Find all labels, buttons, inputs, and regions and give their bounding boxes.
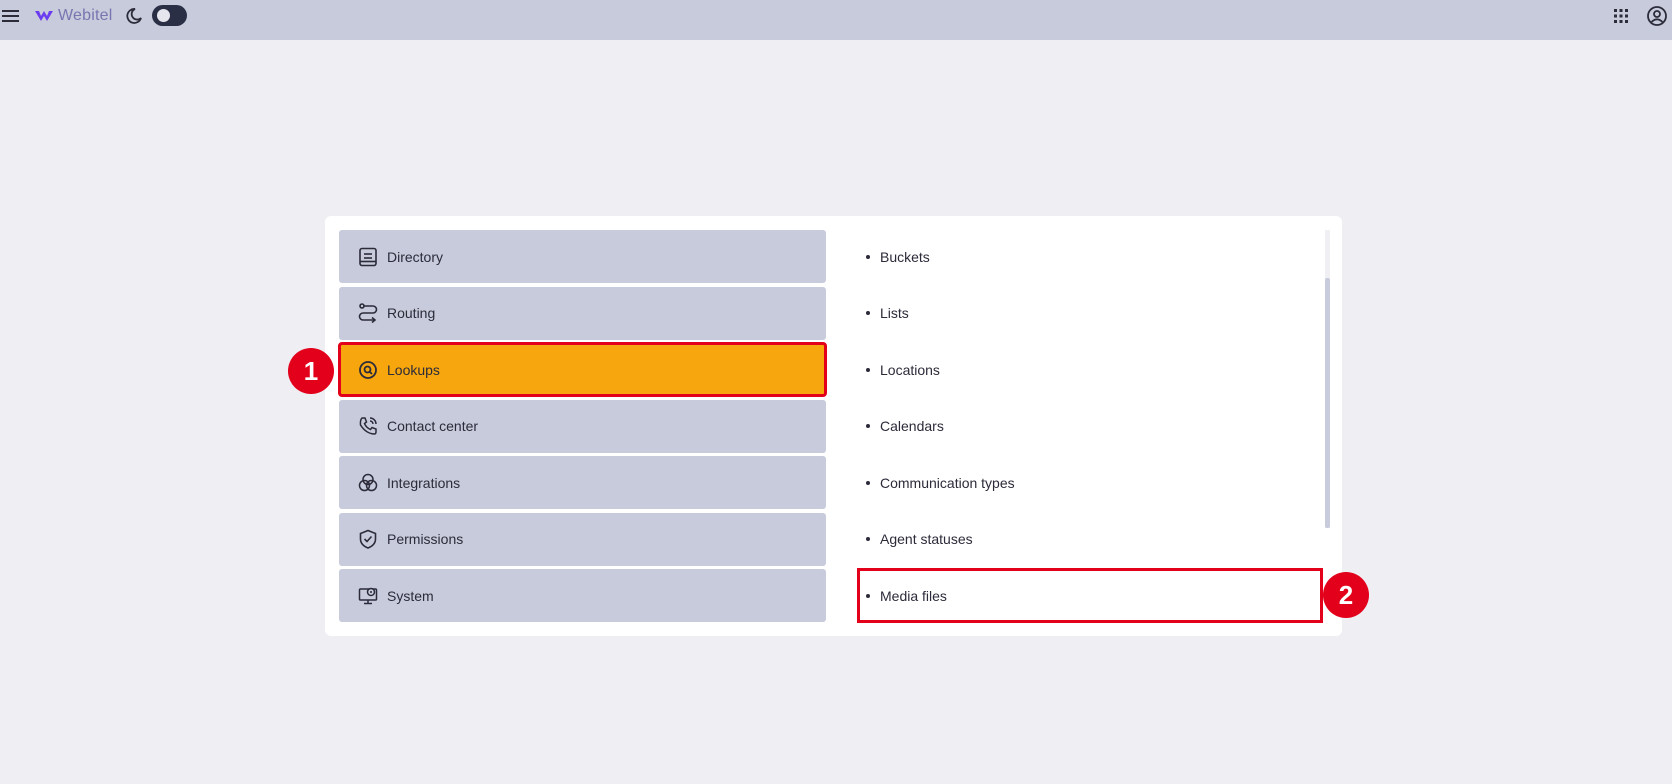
nav-item-lookups[interactable]: Lookups [338,342,827,397]
nav-item-label: Integrations [387,474,461,491]
bullet [866,424,870,428]
sub-menu-list: Buckets Lists Locations Calendars Commun… [857,230,1323,626]
navigation-card: Directory Routing Lookups Contact center… [325,216,1342,636]
status-toggle[interactable] [152,5,187,26]
bullet [866,480,870,485]
sub-item-agent-statuses[interactable]: Agent statuses [858,513,1322,566]
nav-item-routing[interactable]: Routing [339,286,826,340]
account-icon[interactable] [1646,5,1668,27]
sub-item-label: Communication types [880,474,1015,491]
bullet [866,254,870,259]
nav-item-directory[interactable]: Directory [339,230,826,283]
nav-item-label: Contact center [387,418,479,434]
directory-icon [359,247,377,266]
sub-item-label: Locations [880,361,940,378]
sub-item-communication-types[interactable]: Communication types [858,456,1322,509]
apps-grid-icon[interactable] [1612,7,1630,25]
sub-item-calendars[interactable]: Calendars [858,400,1322,453]
webitel-logo-icon [35,11,53,21]
phone-icon [359,417,377,435]
nav-item-label: Permissions [387,531,464,547]
moon-phone-icon [126,8,142,24]
nav-item-integrations[interactable]: Integrations [339,456,826,509]
sub-item-lists[interactable]: Lists [858,287,1322,340]
nav-list: Directory Routing Lookups Contact center… [338,230,827,626]
monitor-icon [358,587,378,604]
sub-item-label: Agent statuses [880,531,973,547]
sub-item-media-files[interactable]: Media files [857,568,1323,623]
sub-item-buckets[interactable]: Buckets [858,230,1322,283]
nav-item-contact-center[interactable]: Contact center [339,399,826,453]
bullet [866,367,870,372]
bullet [866,311,870,315]
nav-item-label: Directory [387,248,444,265]
sub-item-locations[interactable]: Locations [858,343,1322,396]
toggle-knob [157,9,170,22]
annotation-badge-1: 1 [288,348,334,394]
lookups-icon [359,360,377,379]
logo-text: Webitel [58,7,113,24]
scrollbar[interactable] [1325,230,1330,528]
hamburger-menu-icon[interactable] [0,6,22,26]
sub-item-label: Lists [880,305,909,321]
nav-item-label: System [387,587,434,604]
routing-icon [358,303,378,324]
bullet [866,537,870,541]
annotation-badge-2: 2 [1323,572,1369,618]
sub-item-label: Media files [880,587,947,604]
sub-item-label: Buckets [880,248,930,265]
scrollbar-thumb[interactable] [1325,278,1330,528]
nav-item-system[interactable]: System [339,569,826,622]
nav-item-label: Lookups [387,361,440,378]
top-bar: Webitel [0,0,1672,40]
nav-item-permissions[interactable]: Permissions [339,512,826,566]
nav-item-label: Routing [387,305,436,321]
bullet [866,593,870,598]
shield-icon [359,529,377,549]
sub-item-label: Calendars [880,418,944,434]
integrations-icon [358,473,378,491]
app-logo[interactable]: Webitel [34,6,112,26]
